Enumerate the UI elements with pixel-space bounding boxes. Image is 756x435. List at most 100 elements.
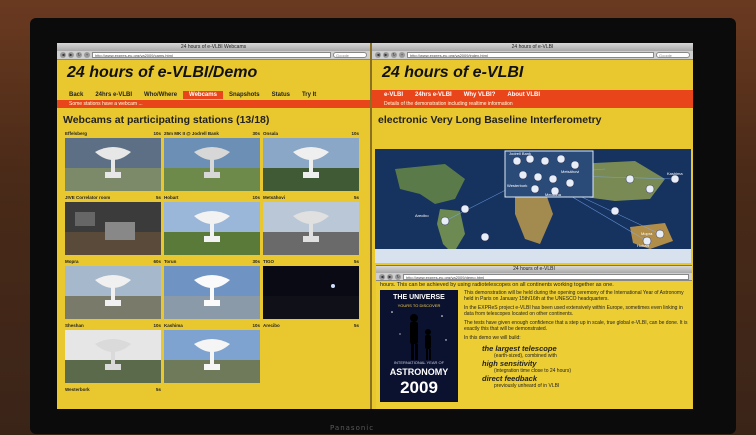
window-title: 24 hours of e-VLBI Webcams (57, 43, 370, 51)
webcam-tile[interactable]: Onsala 10s (263, 131, 359, 191)
nav-tab-try-it[interactable]: Try It (296, 91, 322, 99)
webcam-image[interactable] (263, 202, 359, 255)
tv-screen: 24 hours of e-VLBI Webcams ◀ ▶ ↻ + http:… (57, 43, 693, 409)
webcam-caption: Westerbork 5s (65, 387, 161, 394)
webcam-refresh-interval: 5s (353, 195, 359, 200)
webcam-image[interactable] (263, 266, 359, 319)
webcam-station-name: Westerbork (65, 387, 90, 392)
map-label: Westerbork (507, 183, 527, 188)
page-heading: Webcams at participating stations (13/18… (63, 114, 270, 126)
webcam-station-name: Torun (164, 259, 177, 264)
nav-tab-status[interactable]: Status (266, 91, 296, 99)
webcam-station-name: JIVE Correlator room (65, 195, 111, 200)
map-label: Mopra (641, 231, 653, 236)
webcam-tile[interactable]: Sheshan 10s (65, 323, 161, 383)
paragraph: In this demo we will build: (464, 335, 521, 341)
webcam-refresh-interval: 30s (252, 259, 260, 264)
map-label: Hobart (637, 243, 650, 248)
reload-icon[interactable]: ↻ (391, 52, 397, 58)
iya-2009-poster: THE UNIVERSE YOURS TO DISCOVER INTERNATI… (380, 290, 458, 402)
webcam-tile[interactable]: TIGO 5s (263, 259, 359, 319)
browser-window-webcams[interactable]: 24 hours of e-VLBI Webcams ◀ ▶ ↻ + http:… (57, 43, 370, 409)
page-banner: 24 hours of e-VLBI/Demo (67, 64, 258, 81)
webcam-tile[interactable]: Metsähovi 5s (263, 195, 359, 255)
webcam-tile[interactable]: Arecibo 5s (263, 323, 359, 383)
webcam-image[interactable] (65, 202, 161, 255)
site-nav: Back 24hrs e-VLBI Who/Where Webcams Snapshot… (57, 90, 370, 100)
window-title: 24 hours of e-VLBI (372, 43, 693, 51)
webcam-refresh-interval: 5s (353, 259, 359, 264)
nav-tab-e-vlbi[interactable]: e-VLBI (378, 91, 409, 99)
nav-tab-24hrs-e-vlbi[interactable]: 24hrs e-VLBI (89, 91, 138, 99)
webcam-image[interactable] (164, 202, 260, 255)
browser-window-evlbi[interactable]: 24 hours of e-VLBI ◀ ▶ ↻ + http://www.ex… (370, 43, 693, 409)
browser-toolbar: ◀ ▶ ↻ + http://www.expres-eu.org/ya2009/… (57, 51, 370, 60)
feature-title: direct feedback (482, 374, 538, 383)
map-label: Kashima (667, 171, 683, 176)
webcam-station-name: 25m MK II @ Jodrell Bank (164, 131, 219, 136)
webcam-tile[interactable]: Torun 30s (164, 259, 260, 319)
popup-window-demo[interactable]: 24 hours of e-VLBI ◀ ▶ ↻ http://www.expr… (376, 265, 692, 409)
world-map[interactable]: Jodrell Bank Arecibo Metsähovi Medicina … (375, 149, 691, 263)
webcam-refresh-interval: 5s (353, 323, 359, 328)
reload-icon[interactable]: ↻ (76, 52, 82, 58)
webcam-refresh-interval: 10s (252, 323, 260, 328)
forward-arrow-icon[interactable]: ▶ (68, 52, 74, 58)
address-bar[interactable]: http://www.expres-eu.org/ya2009/demo.htm… (403, 273, 689, 280)
window-title: 24 hours of e-VLBI (376, 266, 692, 273)
forward-arrow-icon[interactable]: ▶ (383, 52, 389, 58)
paragraph: This demonstration will be held during t… (464, 290, 684, 302)
webcam-image[interactable] (164, 138, 260, 191)
webcam-tile[interactable]: Mopra 60s (65, 259, 161, 319)
forward-arrow-icon[interactable]: ▶ (387, 273, 393, 280)
webcam-caption: Effelsberg 10s (65, 131, 161, 138)
webcam-refresh-interval: 10s (153, 131, 161, 136)
silhouette-figures-icon (391, 311, 447, 360)
nav-tab-24hrs-e-vlbi[interactable]: 24hrs e-VLBI (409, 91, 458, 99)
back-arrow-icon[interactable]: ◀ (60, 52, 66, 58)
map-label: Arecibo (415, 213, 429, 218)
webcam-tile[interactable]: Kashima 10s (164, 323, 260, 383)
site-nav: e-VLBI 24hrs e-VLBI Why VLBI? About VLBI (372, 90, 693, 100)
webcam-tile[interactable]: Effelsberg 10s (65, 131, 161, 191)
webcam-caption: Hobart 10s (164, 195, 260, 202)
webcam-image[interactable] (263, 138, 359, 191)
search-input[interactable]: Google (333, 52, 367, 58)
back-arrow-icon[interactable]: ◀ (379, 273, 385, 280)
map-label: Medicina (545, 192, 562, 197)
nav-tab-snapshots[interactable]: Snapshots (223, 91, 266, 99)
address-bar[interactable]: http://www.expres-eu.org/ya2009/cams.htm… (92, 52, 331, 58)
webcam-image[interactable] (65, 266, 161, 319)
webcam-refresh-interval: 10s (153, 323, 161, 328)
webcam-image[interactable] (65, 138, 161, 191)
webcam-image[interactable] (164, 266, 260, 319)
demo-description: This demonstration will be held during t… (464, 290, 688, 389)
address-bar[interactable]: http://www.expres-eu.org/ya2009/index.ht… (407, 52, 654, 58)
webcam-tile[interactable]: Hobart 10s (164, 195, 260, 255)
webcam-image[interactable] (65, 330, 161, 383)
page-banner: 24 hours of e-VLBI (382, 64, 524, 81)
nav-tab-who-where[interactable]: Who/Where (138, 91, 183, 99)
webcam-tile[interactable]: 25m MK II @ Jodrell Bank 30s (164, 131, 260, 191)
search-input[interactable]: Google (656, 52, 690, 58)
webcam-station-name: TIGO (263, 259, 274, 264)
back-arrow-icon[interactable]: ◀ (375, 52, 381, 58)
webcam-refresh-interval: 60s (153, 259, 161, 264)
nav-tab-about-vlbi[interactable]: About VLBI (501, 91, 546, 99)
webcam-caption: Arecibo 5s (263, 323, 359, 330)
nav-tab-webcams[interactable]: Webcams (183, 91, 223, 99)
webcam-tile[interactable]: JIVE Correlator room 5s (65, 195, 161, 255)
reload-icon[interactable]: ↻ (395, 273, 401, 280)
webcam-image[interactable] (164, 330, 260, 383)
webcam-caption: JIVE Correlator room 5s (65, 195, 161, 202)
browser-toolbar: ◀ ▶ ↻ http://www.expres-eu.org/ya2009/de… (376, 273, 692, 281)
webcam-refresh-interval: 30s (252, 131, 260, 136)
webcam-tile[interactable]: Westerbork 5s (65, 387, 161, 409)
nav-tab-why-vlbi-[interactable]: Why VLBI? (458, 91, 502, 99)
nav-tab-back[interactable]: Back (63, 91, 89, 99)
webcam-station-name: Metsähovi (263, 195, 286, 200)
add-icon[interactable]: + (399, 52, 405, 58)
webcam-caption: Mopra 60s (65, 259, 161, 266)
add-icon[interactable]: + (84, 52, 90, 58)
webcam-station-name: Onsala (263, 131, 279, 136)
